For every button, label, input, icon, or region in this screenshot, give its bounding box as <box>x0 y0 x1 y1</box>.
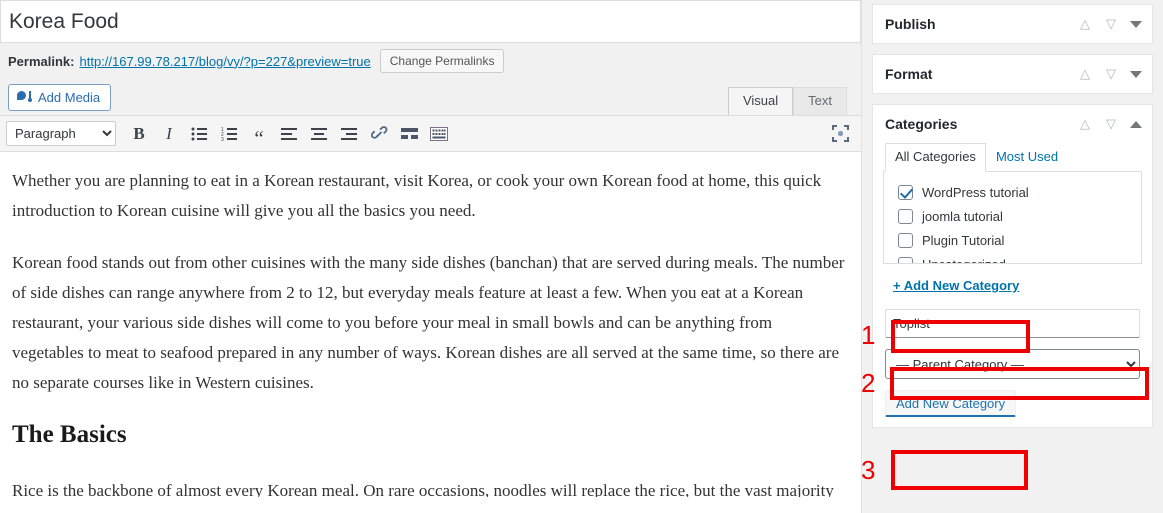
panel-categories-title: Categories <box>885 116 958 132</box>
new-category-name-input[interactable] <box>885 309 1140 338</box>
panel-format: Format △ ▽ <box>872 54 1153 94</box>
add-new-category-link[interactable]: + Add New Category <box>893 278 1019 293</box>
categories-tabs: All Categories Most Used <box>883 143 1142 172</box>
tab-visual[interactable]: Visual <box>727 87 794 115</box>
category-label: Plugin Tutorial <box>922 232 1005 248</box>
content-link-korean-meal[interactable]: Korean meal <box>267 481 354 497</box>
content-paragraph-1: Whether you are planning to eat in a Kor… <box>12 171 822 220</box>
permalink-url-link[interactable]: http://167.99.78.217/blog/vy/?p=227&prev… <box>79 54 370 69</box>
fullscreen-toggle[interactable] <box>832 116 849 151</box>
tab-text[interactable]: Text <box>793 87 847 115</box>
move-down-icon[interactable]: ▽ <box>1104 67 1118 80</box>
panel-format-controls: △ ▽ <box>1078 67 1142 80</box>
toolbar-toggle-icon[interactable] <box>425 120 453 148</box>
post-title-field[interactable] <box>0 0 861 43</box>
annotation-number-3: 3 <box>861 455 876 485</box>
sidebar: Publish △ ▽ Format △ ▽ Categories △ ▽ Al… <box>862 0 1163 513</box>
add-new-category-button[interactable]: Add New Category <box>885 390 1017 417</box>
post-content-area[interactable]: Whether you are planning to eat in a Kor… <box>0 152 861 497</box>
chevron-up-icon[interactable] <box>1130 120 1142 128</box>
move-up-icon[interactable]: △ <box>1078 117 1092 130</box>
parent-category-select[interactable]: — Parent Category — <box>885 349 1140 379</box>
move-down-icon[interactable]: ▽ <box>1104 17 1118 30</box>
categories-checklist[interactable]: WordPress tutorial joomla tutorial Plugi… <box>883 172 1142 264</box>
category-label: joomla tutorial <box>922 208 1003 224</box>
numbered-list-icon[interactable]: 123 <box>215 120 243 148</box>
media-bar: Add Media Visual Text <box>0 79 861 115</box>
move-up-icon[interactable]: △ <box>1078 67 1092 80</box>
checkbox-icon[interactable] <box>898 208 913 224</box>
category-item[interactable]: Uncategorized <box>898 252 1141 264</box>
category-item[interactable]: WordPress tutorial <box>898 180 1141 204</box>
content-heading-the-basics: The Basics <box>12 421 127 448</box>
category-label: Uncategorized <box>922 256 1006 264</box>
editor-toolbar: Paragraph B I 123 “ <box>0 115 861 152</box>
panel-categories: Categories △ ▽ All Categories Most Used … <box>872 104 1153 428</box>
add-media-label: Add Media <box>38 89 101 105</box>
panel-format-header[interactable]: Format △ ▽ <box>873 55 1152 93</box>
bold-icon[interactable]: B <box>125 120 153 148</box>
post-title-input[interactable] <box>1 6 860 37</box>
add-media-button[interactable]: Add Media <box>8 83 112 111</box>
align-right-icon[interactable] <box>335 120 363 148</box>
chevron-down-icon[interactable] <box>1130 70 1142 78</box>
move-up-icon[interactable]: △ <box>1078 17 1092 30</box>
panel-publish-title: Publish <box>885 16 936 32</box>
tab-all-categories[interactable]: All Categories <box>885 143 986 172</box>
category-label: WordPress tutorial <box>922 184 1029 200</box>
checkbox-icon[interactable] <box>898 184 913 200</box>
tab-most-used[interactable]: Most Used <box>986 143 1068 172</box>
editor-column: Permalink: http://167.99.78.217/blog/vy/… <box>0 0 862 513</box>
chevron-down-icon[interactable] <box>1130 20 1142 28</box>
panel-publish: Publish △ ▽ <box>872 4 1153 44</box>
italic-icon[interactable]: I <box>155 120 183 148</box>
categories-body: All Categories Most Used WordPress tutor… <box>873 143 1152 427</box>
editor-mode-tabs: Visual Text <box>727 87 847 115</box>
category-item[interactable]: joomla tutorial <box>898 204 1141 228</box>
p3-text-a: Rice is the backbone of almost every <box>12 481 268 497</box>
move-down-icon[interactable]: ▽ <box>1104 117 1118 130</box>
content-paragraph-2: Korean food stands out from other cuisin… <box>12 253 845 392</box>
read-more-icon[interactable] <box>395 120 423 148</box>
checkbox-icon[interactable] <box>898 256 913 263</box>
panel-format-title: Format <box>885 66 933 82</box>
checkbox-icon[interactable] <box>898 232 913 248</box>
bulleted-list-icon[interactable] <box>185 120 213 148</box>
category-item[interactable]: Plugin Tutorial <box>898 228 1141 252</box>
paragraph-format-select[interactable]: Paragraph <box>6 121 116 146</box>
annotation-number-2: 2 <box>861 368 876 398</box>
add-media-icon <box>17 90 32 105</box>
align-left-icon[interactable] <box>275 120 303 148</box>
annotation-number-1: 1 <box>861 320 876 350</box>
panel-categories-controls: △ ▽ <box>1078 117 1142 130</box>
wordpress-post-editor: Permalink: http://167.99.78.217/blog/vy/… <box>0 0 1163 513</box>
align-center-icon[interactable] <box>305 120 333 148</box>
change-permalinks-button[interactable]: Change Permalinks <box>379 49 505 73</box>
panel-publish-controls: △ ▽ <box>1078 17 1142 30</box>
panel-publish-header[interactable]: Publish △ ▽ <box>873 5 1152 43</box>
permalink-row: Permalink: http://167.99.78.217/blog/vy/… <box>0 43 861 79</box>
insert-link-icon[interactable] <box>365 120 393 148</box>
permalink-label: Permalink: <box>8 53 75 69</box>
svg-text:3: 3 <box>221 137 224 141</box>
blockquote-icon[interactable]: “ <box>245 120 273 148</box>
panel-categories-header[interactable]: Categories △ ▽ <box>873 105 1152 143</box>
content-paragraph-3: Rice is the backbone of almost every Kor… <box>12 476 847 497</box>
